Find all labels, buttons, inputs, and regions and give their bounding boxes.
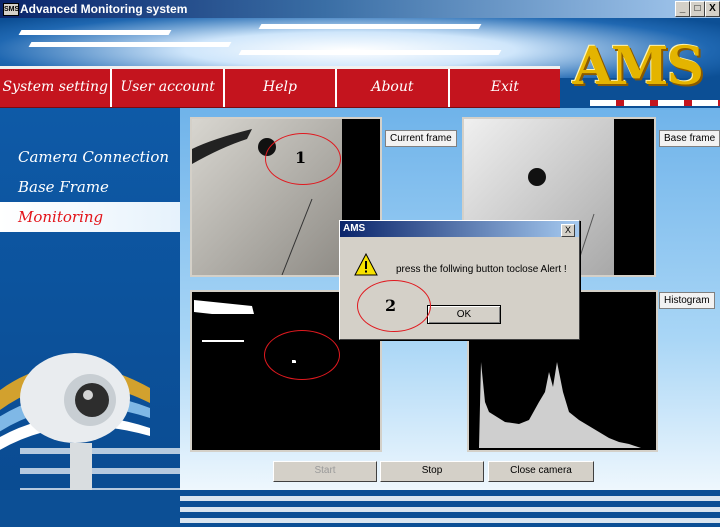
app-header: System setting User account Help About E…: [0, 18, 720, 108]
annotation-number-1: 1: [295, 148, 307, 167]
sidebar-item-monitoring[interactable]: Monitoring: [18, 208, 103, 226]
menu-exit[interactable]: Exit: [450, 69, 560, 107]
ams-logo: AMS: [572, 36, 704, 97]
maximize-button[interactable]: □: [690, 1, 705, 17]
dialog-title: AMS: [340, 221, 579, 237]
annotation-number-3: 3: [294, 346, 306, 365]
start-button[interactable]: Start: [273, 461, 377, 482]
window-controls: _ □ X: [675, 1, 720, 17]
close-camera-button[interactable]: Close camera: [488, 461, 594, 482]
header-stripe: [238, 50, 502, 55]
menu-help[interactable]: Help: [225, 69, 338, 107]
annotation-number-2: 2: [385, 296, 397, 315]
warning-icon: [354, 253, 378, 276]
minimize-button[interactable]: _: [675, 1, 690, 17]
menu-user-account[interactable]: User account: [112, 69, 225, 107]
menu-system-setting[interactable]: System setting: [0, 69, 113, 107]
bottom-decoration: [0, 490, 720, 527]
window-title: Advanced Monitoring system: [20, 2, 188, 16]
ok-button[interactable]: OK: [427, 305, 501, 324]
sidebar: Camera Connection Base Frame Monitoring: [0, 108, 180, 527]
histogram-label: Histogram: [659, 292, 715, 309]
menu-about[interactable]: About: [337, 69, 450, 107]
window-close-button[interactable]: X: [705, 1, 720, 17]
stop-button[interactable]: Stop: [380, 461, 484, 482]
header-stripe: [258, 24, 482, 29]
header-stripe: [18, 30, 172, 35]
header-stripe: [28, 42, 232, 47]
base-frame-label: Base frame: [659, 130, 720, 147]
logo-strip: [590, 100, 720, 106]
current-frame-label: Current frame: [385, 130, 457, 147]
window-titlebar: SMS Advanced Monitoring system _ □ X: [0, 0, 720, 18]
dialog-message: press the follwing button toclose Alert …: [396, 264, 567, 275]
dialog-close-button[interactable]: X: [561, 224, 575, 237]
sidebar-item-camera-connection[interactable]: Camera Connection: [18, 148, 169, 166]
sidebar-item-base-frame[interactable]: Base Frame: [18, 178, 109, 196]
app-icon: SMS: [3, 3, 19, 16]
main-menu: System setting User account Help About E…: [0, 66, 560, 108]
